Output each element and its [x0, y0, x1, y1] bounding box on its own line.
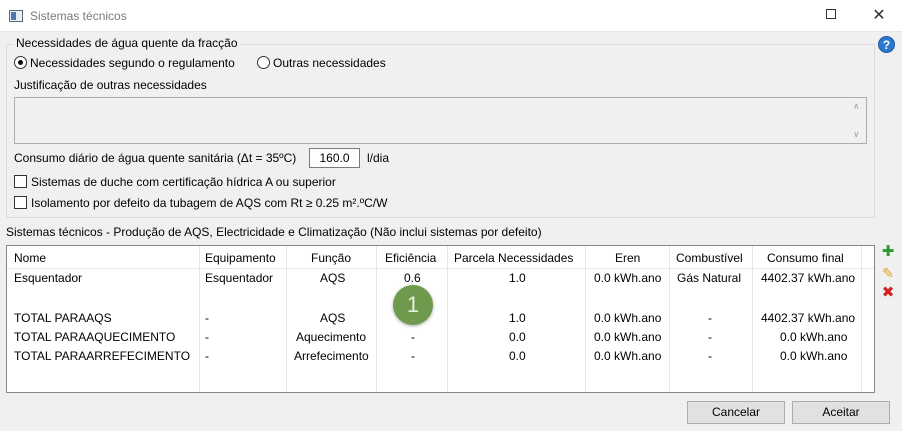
section-title: Sistemas técnicos - Produção de AQS, Ele… [6, 225, 542, 239]
textarea-scrollbar[interactable]: ∧ ∨ [849, 98, 866, 143]
step-marker: 1 [393, 285, 433, 325]
cancel-button[interactable]: Cancelar [687, 401, 785, 424]
column-header[interactable]: Consumo final [767, 251, 844, 265]
radio-outras[interactable]: Outras necessidades [257, 56, 386, 70]
scroll-up-icon[interactable]: ∧ [853, 101, 860, 112]
maximize-icon [826, 9, 836, 20]
cell-funcao: Arrefecimento [294, 349, 369, 363]
check-isolamento[interactable]: Isolamento por defeito da tubagem de AQS… [14, 196, 387, 210]
radio-outras-label: Outras necessidades [273, 56, 386, 70]
cell-funcao: AQS [320, 311, 346, 325]
column-header[interactable]: Combustível [676, 251, 743, 265]
check-duche[interactable]: Sistemas de duche com certificação hídri… [14, 175, 336, 189]
column-header[interactable]: Eren [615, 251, 640, 265]
table-row[interactable]: Esquentador Esquentador AQS 0.6 1.0 0.0 … [7, 268, 874, 288]
x-icon[interactable]: ✖ [880, 285, 896, 301]
cell-funcao: Aquecimento [296, 330, 367, 344]
scroll-down-icon[interactable]: ∨ [853, 129, 860, 140]
cell-parcela: 1.0 [509, 271, 526, 285]
cell-eficiencia: 0.6 [404, 271, 421, 285]
table-row[interactable]: TOTAL PARAARREFECIMENTO - Arrefecimento … [7, 346, 874, 366]
cell-eficiencia: - [411, 330, 415, 344]
checkbox-duche[interactable] [14, 175, 27, 188]
cell-nome: TOTAL PARAARREFECIMENTO [14, 349, 191, 363]
cell-combustivel: - [708, 311, 712, 325]
consumo-input[interactable] [309, 148, 360, 168]
table-row[interactable]: TOTAL PARAAQS - AQS 1.0 0.0 kWh.ano - 44… [7, 308, 874, 328]
cell-consumo-final: 0.0 kWh.ano [780, 349, 848, 363]
cell-nome: Esquentador [14, 271, 83, 285]
cell-parcela: 1.0 [509, 311, 526, 325]
title-bar: Sistemas técnicos ✕ [0, 0, 902, 32]
radio-regulamento-label: Necessidades segundo o regulamento [30, 56, 235, 70]
cell-consumo-final: 4402.37 kWh.ano [761, 311, 856, 325]
cell-equipamento: - [205, 349, 209, 363]
cell-equipamento: - [205, 311, 209, 325]
cell-combustivel: Gás Natural [677, 271, 742, 285]
justificacao-label: Justificação de outras necessidades [14, 78, 207, 92]
maximize-button[interactable] [808, 0, 854, 32]
cell-combustivel: - [708, 349, 712, 363]
check-duche-label: Sistemas de duche com certificação hídri… [31, 175, 336, 189]
checkbox-isolamento[interactable] [14, 196, 27, 209]
cell-nome: TOTAL PARAAQS [14, 311, 112, 325]
systems-table[interactable]: Nome Equipamento Função Eficiência Parce… [6, 245, 875, 393]
close-button[interactable]: ✕ [856, 0, 902, 32]
group-title: Necessidades de água quente da fracção [14, 36, 240, 50]
column-header[interactable]: Eficiência [385, 251, 436, 265]
table-header: Nome Equipamento Função Eficiência Parce… [7, 248, 874, 268]
cell-parcela: 0.0 [509, 349, 526, 363]
consumo-label: Consumo diário de água quente sanitária … [14, 151, 297, 165]
window-title: Sistemas técnicos [30, 9, 127, 23]
pencil-icon[interactable]: ✎ [880, 265, 896, 281]
app-icon [9, 10, 23, 22]
cell-consumo-final: 4402.37 kWh.ano [761, 271, 856, 285]
check-isolamento-label: Isolamento por defeito da tubagem de AQS… [31, 196, 388, 210]
column-header[interactable]: Parcela Necessidades [454, 251, 573, 265]
ok-button[interactable]: Aceitar [792, 401, 890, 424]
column-header[interactable]: Função [311, 251, 351, 265]
column-header[interactable]: Equipamento [205, 251, 276, 265]
column-header[interactable]: Nome [14, 251, 46, 265]
cell-funcao: AQS [320, 271, 346, 285]
cell-eren: 0.0 kWh.ano [594, 349, 662, 363]
cell-eren: 0.0 kWh.ano [594, 330, 662, 344]
cell-nome: TOTAL PARAAQUECIMENTO [14, 330, 176, 344]
cell-equipamento: Esquentador [205, 271, 274, 285]
table-row[interactable]: TOTAL PARAAQUECIMENTO - Aquecimento - 0.… [7, 327, 874, 347]
cell-parcela: 0.0 [509, 330, 526, 344]
radio-regulamento[interactable]: Necessidades segundo o regulamento [14, 56, 235, 70]
radio-unchecked-indicator [257, 56, 270, 69]
cell-eficiencia: - [411, 349, 415, 363]
radio-checked-indicator [14, 56, 27, 69]
cell-equipamento: - [205, 330, 209, 344]
plus-icon[interactable]: ✚ [880, 244, 896, 260]
help-icon[interactable]: ? [878, 36, 895, 53]
consumo-unit: l/dia [367, 151, 390, 165]
cell-combustivel: - [708, 330, 712, 344]
cell-eren: 0.0 kWh.ano [594, 271, 662, 285]
cell-consumo-final: 0.0 kWh.ano [780, 330, 848, 344]
cell-eren: 0.0 kWh.ano [594, 311, 662, 325]
close-icon: ✕ [872, 7, 886, 24]
justificacao-textarea[interactable]: ∧ ∨ [14, 97, 867, 144]
